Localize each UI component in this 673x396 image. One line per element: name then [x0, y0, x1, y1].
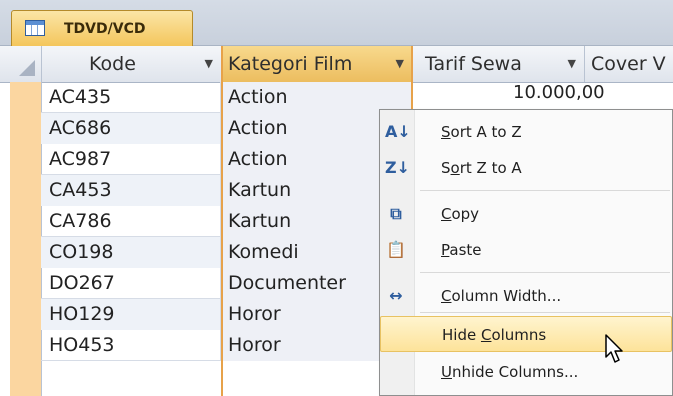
paste-icon: 📋: [386, 240, 406, 259]
column-header-tarif-sewa[interactable]: Tarif Sewa ▼: [413, 46, 585, 82]
menu-item[interactable]: ⧉ Copy: [380, 196, 672, 232]
kode-cell[interactable]: HO453: [41, 330, 221, 361]
kode-cell[interactable]: CA453: [41, 175, 221, 206]
menu-item-label-part: nhide Columns...: [451, 363, 579, 381]
menu-item-label-part: olumns: [491, 326, 547, 344]
record-selector-column[interactable]: [10, 82, 42, 396]
column-header-cover[interactable]: Cover V: [585, 46, 673, 82]
datasheet-header: Kode ▼ Kategori Film ▼ Tarif Sewa ▼ Cove…: [0, 46, 673, 83]
menu-item[interactable]: Unhide Columns...: [380, 354, 672, 390]
menu-item-label: Column Width...: [441, 278, 561, 314]
kode-cell[interactable]: CO198: [41, 237, 221, 268]
menu-item-accelerator: S: [441, 123, 451, 141]
column-header-kode[interactable]: Kode ▼: [41, 46, 222, 82]
menu-item-accelerator: U: [441, 363, 452, 381]
menu-item-accelerator: o: [450, 159, 460, 177]
sort-ascending-icon: A↓: [385, 122, 411, 141]
column-header-label: Kategori Film: [228, 53, 353, 75]
document-tab[interactable]: TDVD/VCD: [11, 10, 193, 46]
menu-item-accelerator: C: [480, 326, 492, 344]
menu-item-label: Hide Columns: [442, 317, 546, 353]
menu-item-accelerator: C: [441, 205, 452, 223]
kode-cell[interactable]: AC435: [41, 82, 221, 113]
menu-item-label: Unhide Columns...: [441, 354, 578, 390]
column-header-kategori-film[interactable]: Kategori Film ▼: [221, 46, 413, 82]
tarif-sewa-cell: 10.000,00: [513, 82, 605, 103]
menu-item[interactable]: 📋 Paste: [380, 232, 672, 268]
dropdown-arrow-icon[interactable]: ▼: [396, 46, 404, 82]
menu-item-label: Sort Z to A: [441, 150, 522, 186]
column-header-label: Kode: [89, 53, 136, 75]
selected-column-border: [221, 46, 223, 396]
menu-item-label: Sort A to Z: [441, 114, 522, 150]
menu-item[interactable]: Hide Columns: [380, 316, 672, 352]
menu-item-label-part: aste: [449, 241, 482, 259]
menu-item-label-part: olumn Width...: [451, 287, 562, 305]
document-tab-label: TDVD/VCD: [64, 21, 146, 37]
kode-cell[interactable]: AC987: [41, 144, 221, 175]
menu-item-label-part: opy: [451, 205, 480, 223]
menu-item-label-part: S: [441, 159, 451, 177]
menu-separator: [420, 190, 670, 191]
dropdown-arrow-icon[interactable]: ▼: [205, 46, 213, 82]
table-icon: [25, 20, 45, 36]
menu-item[interactable]: ↔ Column Width...: [380, 278, 672, 314]
menu-item-label: Paste: [441, 232, 482, 268]
menu-separator: [420, 272, 670, 273]
sort-descending-icon: Z↓: [385, 158, 411, 177]
kode-cell[interactable]: CA786: [41, 206, 221, 237]
menu-item-label-part: ort A to Z: [450, 123, 522, 141]
kode-cell[interactable]: HO129: [41, 299, 221, 330]
select-all-corner[interactable]: [10, 46, 42, 82]
menu-item-label-part: rt Z to A: [459, 159, 522, 177]
copy-icon: ⧉: [390, 204, 402, 223]
kode-cell[interactable]: AC686: [41, 113, 221, 144]
menu-item[interactable]: A↓ Sort A to Z: [380, 114, 672, 150]
menu-item[interactable]: Z↓ Sort Z to A: [380, 150, 672, 186]
dropdown-arrow-icon[interactable]: ▼: [568, 46, 576, 82]
mouse-pointer-icon: [605, 334, 623, 363]
column-width-icon: ↔: [389, 286, 403, 305]
menu-item-label-part: Hide: [442, 326, 481, 344]
document-tab-bar: TDVD/VCD: [0, 0, 673, 46]
kode-cell[interactable]: DO267: [41, 268, 221, 299]
context-menu: A↓ Sort A to Z Z↓ Sort Z to A ⧉ Copy 📋 Paste ↔ Co…: [379, 109, 673, 396]
menu-item-accelerator: C: [441, 287, 452, 305]
column-header-label: Cover V: [591, 53, 666, 75]
column-header-label: Tarif Sewa: [425, 53, 522, 75]
menu-item-label: Copy: [441, 196, 479, 232]
